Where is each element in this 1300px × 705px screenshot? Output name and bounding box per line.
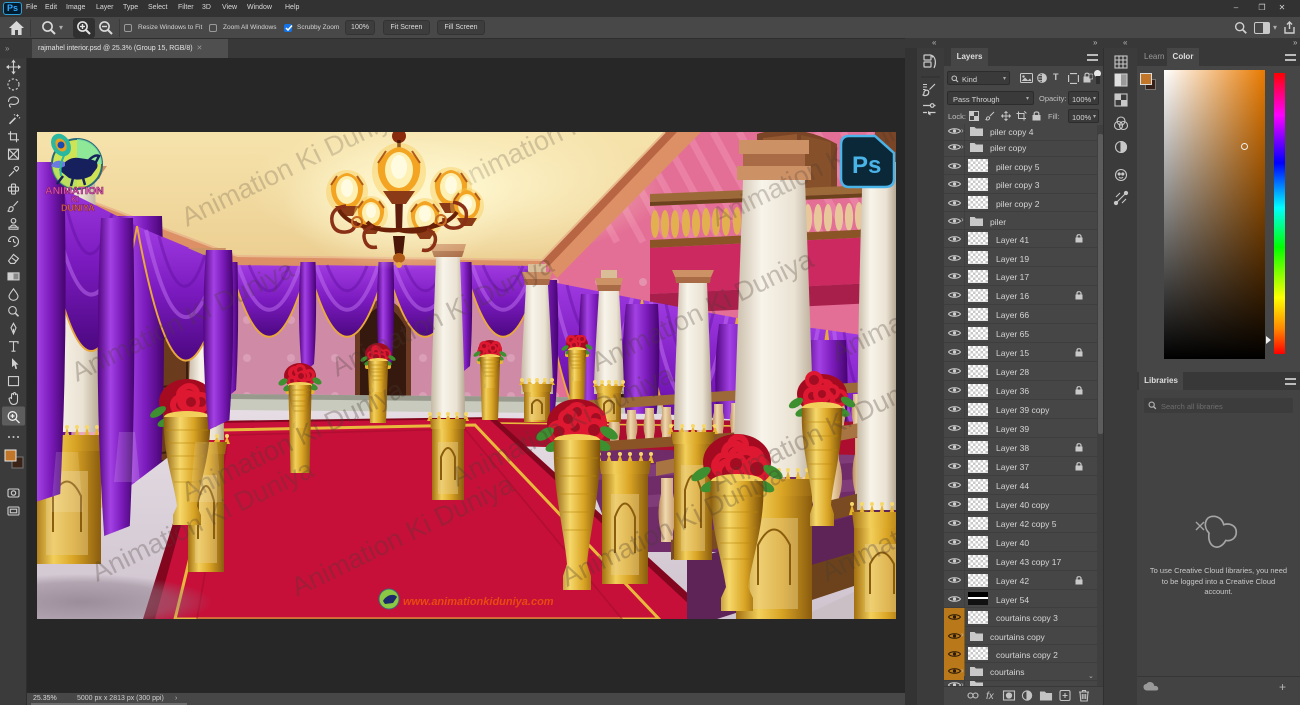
svg-text:DUNIYA: DUNIYA	[61, 203, 95, 213]
svg-text:www.animationkiduniya.com: www.animationkiduniya.com	[403, 596, 554, 608]
svg-text:fx: fx	[986, 691, 995, 702]
svg-text:Ps: Ps	[852, 152, 881, 179]
